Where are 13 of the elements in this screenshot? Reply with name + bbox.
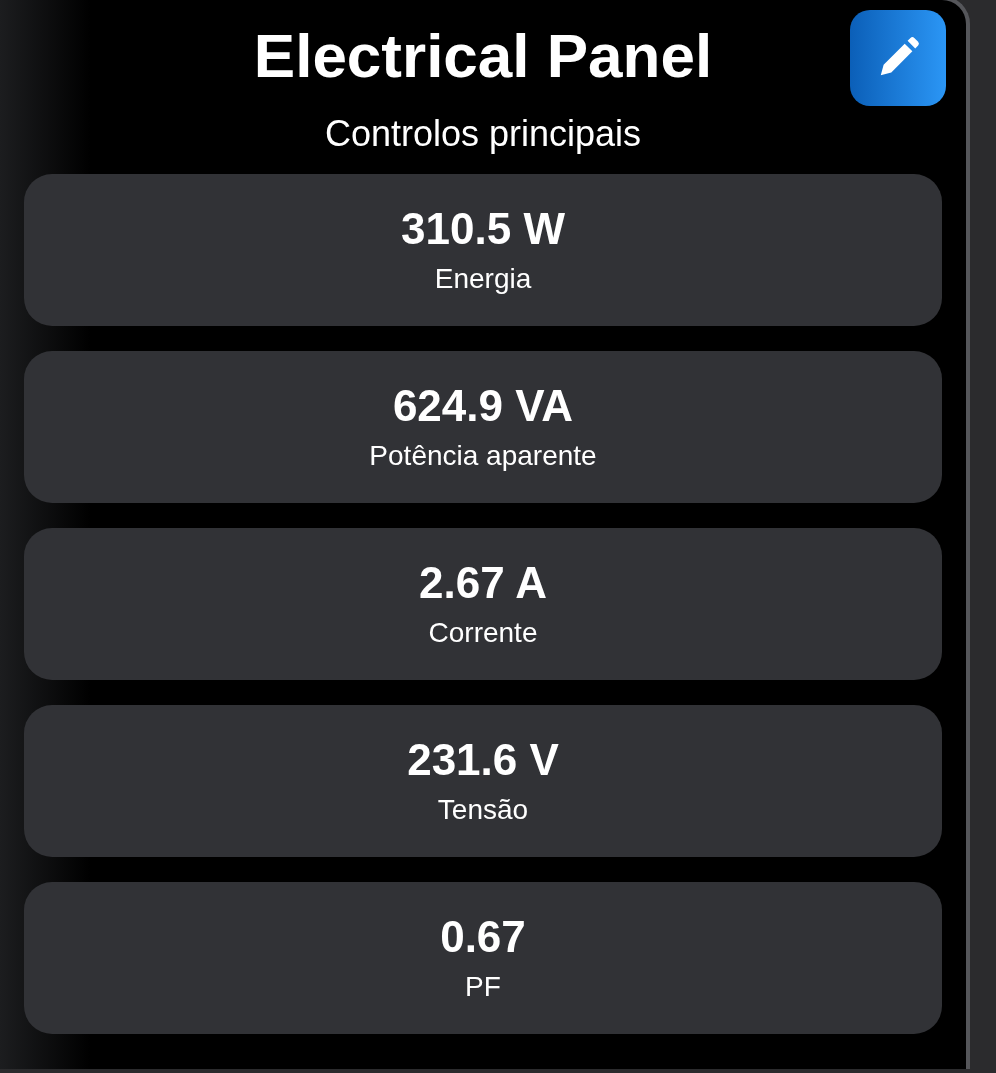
reading-label: Corrente [428,619,538,647]
reading-value: 0.67 [440,915,526,959]
reading-value: 624.9 VA [392,384,574,428]
reading-label: Tensão [437,796,529,824]
reading-label: Potência aparente [369,442,597,470]
reading-label: PF [465,973,501,1001]
reading-label: Energia [434,265,532,293]
reading-value: 310.5 W [401,207,565,251]
panel-subtitle: Controlos principais [324,116,642,152]
reading-value: 2.67 A [419,561,547,605]
edit-button[interactable] [850,10,946,106]
reading-value: 231.6 V [407,738,559,782]
panel-title: Electrical Panel [253,25,713,87]
